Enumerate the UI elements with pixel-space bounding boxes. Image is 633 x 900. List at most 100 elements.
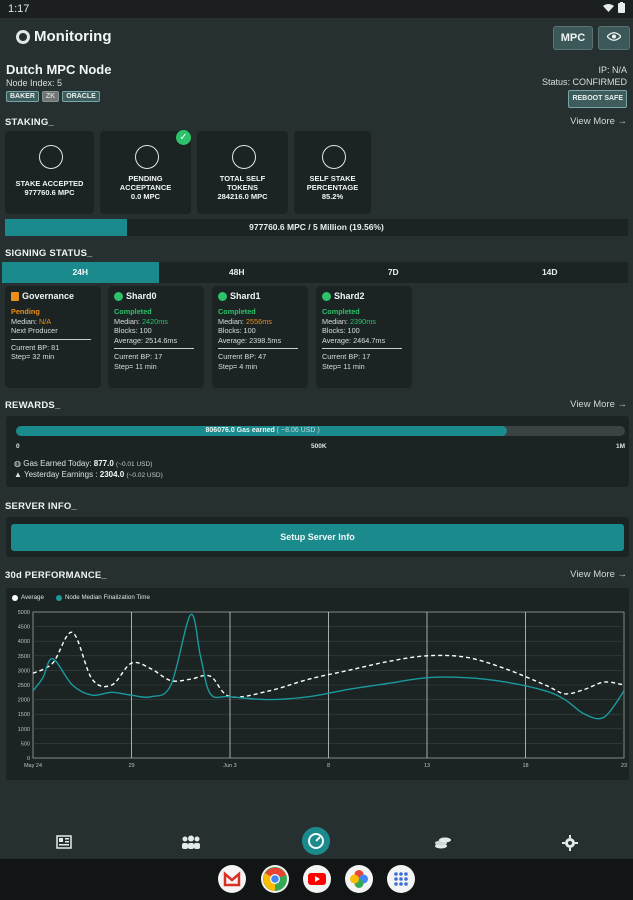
app-brand: Monitoring xyxy=(16,28,111,45)
card-status: Completed xyxy=(322,307,360,316)
mpc-button[interactable]: MPC xyxy=(553,26,593,50)
gas-earned-usd: ( ~8.06 USD ) xyxy=(276,427,320,434)
median-value: 2390ms xyxy=(350,316,376,326)
app-bar: Monitoring MPC xyxy=(0,18,633,58)
monitoring-icon[interactable] xyxy=(302,827,330,855)
app-logo-icon xyxy=(16,29,30,44)
wifi-icon xyxy=(603,3,614,15)
server-info-title: SERVER INFO_ xyxy=(5,501,77,512)
median-label: Median: xyxy=(218,316,246,326)
median-value: 2420ms xyxy=(142,316,168,326)
gas-earned-today: ◍ Gas Earned Today: 877.0 (~0.01 USD) xyxy=(14,459,152,468)
tag-oracle: ORACLE xyxy=(62,91,100,102)
average: Average: 2464.7ms xyxy=(322,335,386,345)
gas-earned-amount: 806076.0 Gas earned xyxy=(205,427,275,434)
warning-icon: ▲ xyxy=(14,470,22,479)
yesterday-value: 2304.0 xyxy=(99,470,125,479)
stake-progress-bar: 977760.6 MPC / 5 Million (19.56%) xyxy=(5,219,628,236)
divider xyxy=(11,338,91,340)
tab-14d[interactable]: 14D xyxy=(472,262,629,283)
signing-card-shard1[interactable]: Shard1 Completed Median: 2556ms Blocks: … xyxy=(212,286,308,388)
y-tick-label: 3000 xyxy=(18,668,30,674)
governance-icon xyxy=(11,292,19,302)
coins-icon xyxy=(38,145,63,169)
current-bp: Current BP: 81 xyxy=(11,342,60,352)
divider xyxy=(218,348,298,350)
signing-status-title: SIGNING STATUS_ xyxy=(5,248,93,259)
apps-icon[interactable] xyxy=(387,865,415,893)
y-tick-label: 1000 xyxy=(18,727,30,733)
y-tick-label: 1500 xyxy=(18,712,30,718)
nodes-icon[interactable] xyxy=(180,835,202,851)
node-header: Dutch MPC Node Node Index: 5 BAKER ZK OR… xyxy=(6,62,111,102)
step: Step= 11 min xyxy=(322,361,365,371)
x-tick-label: May 24 xyxy=(24,763,42,769)
node-role-tags: BAKER ZK ORACLE xyxy=(6,91,111,102)
signing-card-shard0[interactable]: Shard0 Completed Median: 2420ms Blocks: … xyxy=(108,286,204,388)
chrome-icon[interactable] xyxy=(261,865,289,893)
y-tick-label: 0 xyxy=(27,756,30,762)
total-self-label-2: TOKENS xyxy=(226,183,259,192)
pending-value: 0.0 MPC xyxy=(130,192,161,201)
today-label: Gas Earned Today: xyxy=(23,459,94,468)
self-stake-value: 85.2% xyxy=(321,192,344,201)
self-stake-label-1: SELF STAKE xyxy=(309,174,356,183)
reboot-safe-button[interactable]: REBOOT SAFE xyxy=(568,90,627,108)
y-tick-label: 5000 xyxy=(18,610,30,616)
pending-label-1: PENDING xyxy=(128,174,163,183)
tab-24h[interactable]: 24H xyxy=(2,262,159,283)
setup-server-info-button[interactable]: Setup Server Info xyxy=(11,524,624,551)
server-info-panel: Setup Server Info xyxy=(6,517,629,557)
staking-title: STAKING_ xyxy=(5,117,54,128)
card-title: Shard2 xyxy=(334,291,365,301)
card-status: Completed xyxy=(218,307,256,316)
signing-card-shard2[interactable]: Shard2 Completed Median: 2390ms Blocks: … xyxy=(316,286,412,388)
gear-icon[interactable] xyxy=(562,835,580,851)
current-bp: Current BP: 47 xyxy=(218,352,267,362)
rewards-view-more-link[interactable]: View More → xyxy=(570,399,627,410)
performance-view-more-link[interactable]: View More → xyxy=(570,569,627,580)
node-status: Status: CONFIRMED xyxy=(541,77,627,87)
rewards-panel: 806076.0 Gas earned ( ~8.06 USD ) 0 500K… xyxy=(6,416,629,487)
card-title: Shard0 xyxy=(126,291,157,301)
stake-accepted-card[interactable]: STAKE ACCEPTED 977760.6 MPC xyxy=(5,131,94,214)
gmail-icon[interactable] xyxy=(218,865,246,893)
node-index: Node Index: 5 xyxy=(6,78,63,88)
status-dot-icon xyxy=(218,292,227,302)
self-stake-label-2: PERCENTAGE xyxy=(306,183,359,192)
coins-icon[interactable] xyxy=(434,835,452,851)
blocks: Blocks: 100 xyxy=(114,326,152,336)
median-label: Median: xyxy=(114,316,142,326)
visibility-toggle-button[interactable] xyxy=(598,26,630,50)
y-tick-label: 2000 xyxy=(18,698,30,704)
performance-chart: 5000450040003500300025002000150010005000… xyxy=(18,610,627,769)
pending-acceptance-card[interactable]: PENDING ACCEPTANCE 0.0 MPC xyxy=(100,131,191,214)
yesterday-usd: (~0.02 USD) xyxy=(126,472,163,479)
yesterday-label: Yesterday Earnings : xyxy=(24,470,100,479)
gas-icon: ◍ xyxy=(14,459,21,468)
signing-card-governance[interactable]: Governance Pending Median: N/A Next Prod… xyxy=(5,286,101,388)
youtube-icon[interactable] xyxy=(303,865,331,893)
app-title: Monitoring xyxy=(34,28,112,45)
step: Step= 32 min xyxy=(11,352,55,362)
y-tick-label: 4500 xyxy=(18,625,30,631)
self-stake-percentage-card[interactable]: SELF STAKE PERCENTAGE 85.2% xyxy=(294,131,371,214)
staking-view-more-link[interactable]: View More → xyxy=(570,116,627,127)
battery-icon xyxy=(618,2,625,16)
tab-7d[interactable]: 7D xyxy=(315,262,472,283)
tab-48h[interactable]: 48H xyxy=(159,262,316,283)
x-tick-label: Jun 3 xyxy=(223,763,236,769)
step: Step= 4 min xyxy=(218,361,258,371)
pending-label-2: ACCEPTANCE xyxy=(119,183,172,192)
dashboard-icon[interactable] xyxy=(56,835,74,851)
median-value: 2556ms xyxy=(246,316,272,326)
blocks: Blocks: 100 xyxy=(218,326,256,336)
status-dot-icon xyxy=(114,292,123,302)
photos-icon[interactable] xyxy=(345,865,373,893)
card-title: Governance xyxy=(22,291,75,301)
y-tick-label: 4000 xyxy=(18,639,30,645)
total-self-tokens-card[interactable]: TOTAL SELF TOKENS 284216.0 MPC xyxy=(197,131,288,214)
today-value: 877.0 xyxy=(93,459,114,468)
x-tick-label: 18 xyxy=(522,763,528,769)
x-tick-label: 29 xyxy=(128,763,134,769)
